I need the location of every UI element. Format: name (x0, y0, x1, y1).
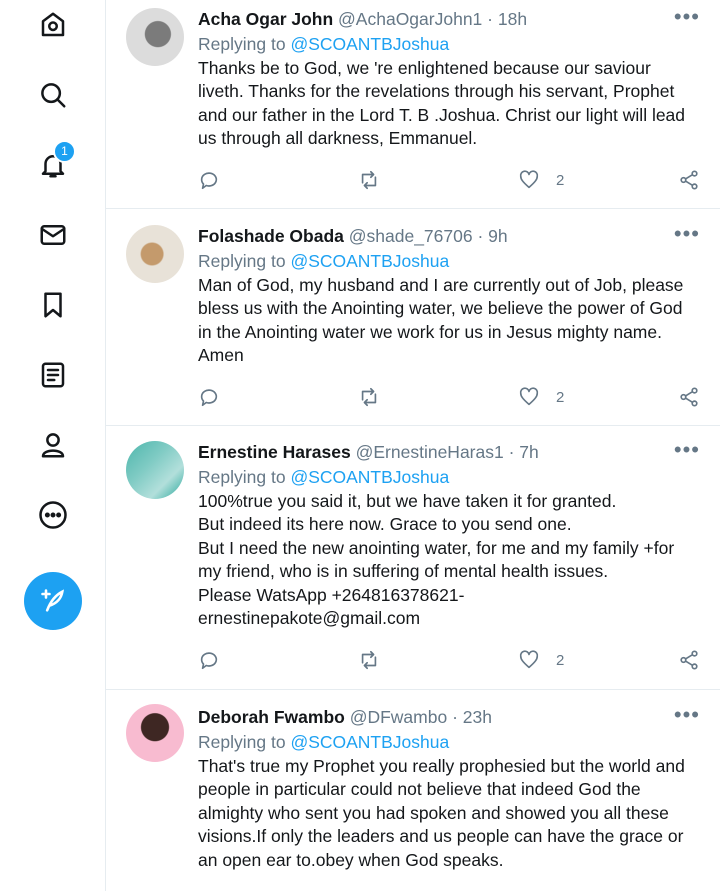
tweet-text-line: 100%true you said it, but we have taken … (198, 491, 617, 511)
separator: · (508, 442, 515, 462)
like-button[interactable]: 2 (518, 649, 564, 671)
tweet-text-line: That's true my Prophet you really prophe… (198, 756, 685, 870)
author-name[interactable]: Ernestine Harases (198, 442, 351, 462)
mention-link[interactable]: @SCOANTBJoshua (290, 251, 449, 271)
avatar[interactable] (126, 225, 184, 283)
retweet-button[interactable] (358, 649, 380, 671)
heart-icon (519, 650, 539, 669)
mention-link[interactable]: @SCOANTBJoshua (290, 467, 449, 487)
reply-icon (200, 172, 218, 190)
retweet-icon (361, 170, 377, 190)
share-button[interactable] (678, 386, 700, 408)
tweet-text-line: Please WatsApp +264816378621- (198, 584, 465, 605)
tweet-actions: 2 (198, 649, 700, 675)
share-button[interactable] (678, 169, 700, 191)
share-icon (680, 170, 698, 190)
like-count: 2 (556, 388, 565, 406)
author-handle[interactable]: @AchaOgarJohn1 (338, 9, 482, 29)
timestamp[interactable]: 23h (463, 707, 492, 727)
avatar[interactable] (126, 704, 184, 762)
author-name[interactable]: Deborah Fwambo (198, 707, 345, 727)
replying-to: Replying to @SCOANTBJoshua (198, 731, 700, 753)
reply-icon (200, 652, 218, 670)
tweet-text: That's true my Prophet you really prophe… (198, 755, 700, 872)
compose-tweet-button[interactable] (24, 572, 82, 630)
more-options-icon[interactable]: ••• (674, 223, 700, 245)
author-name[interactable]: Folashade Obada (198, 226, 344, 246)
share-button[interactable] (678, 649, 700, 671)
tweet[interactable]: Folashade Obada @shade_76706 · 9h ••• Re… (106, 209, 720, 426)
replying-label: Replying to (198, 251, 286, 271)
author-handle[interactable]: @ErnestineHaras1 (356, 442, 504, 462)
tweet-text: 100%true you said it, but we have taken … (198, 490, 700, 630)
replying-to: Replying to @SCOANTBJoshua (198, 33, 700, 55)
like-count: 2 (556, 651, 565, 669)
retweet-button[interactable] (358, 386, 380, 408)
lists-icon[interactable] (36, 358, 70, 392)
avatar[interactable] (126, 8, 184, 66)
mention-link[interactable]: @SCOANTBJoshua (290, 34, 449, 54)
bookmarks-icon[interactable] (36, 288, 70, 322)
tweet-text: Man of God, my husband and I are current… (198, 274, 700, 368)
timestamp[interactable]: 7h (519, 442, 538, 462)
tweet-actions: 2 (198, 169, 700, 195)
replying-label: Replying to (198, 467, 286, 487)
replying-label: Replying to (198, 34, 286, 54)
like-count: 2 (556, 171, 565, 189)
author-name[interactable]: Acha Ogar John (198, 9, 333, 29)
profile-icon[interactable] (36, 428, 70, 462)
timestamp[interactable]: 18h (498, 9, 527, 29)
tweet-text-line: Man of God, my husband and I are current… (198, 275, 684, 366)
like-button[interactable]: 2 (518, 169, 564, 191)
share-icon (680, 650, 698, 670)
retweet-icon (361, 387, 377, 407)
sidebar-nav: 1 (0, 0, 106, 891)
tweet-text: Thanks be to God, we 're enlightened bec… (198, 57, 700, 151)
timestamp[interactable]: 9h (488, 226, 507, 246)
heart-icon (519, 170, 539, 189)
replying-label: Replying to (198, 732, 286, 752)
replying-to: Replying to @SCOANTBJoshua (198, 250, 700, 272)
reply-button[interactable] (198, 386, 220, 408)
reply-button[interactable] (198, 169, 220, 191)
home-icon[interactable] (36, 8, 70, 42)
tweet[interactable]: Ernestine Harases @ErnestineHaras1 · 7h … (106, 426, 720, 690)
search-icon[interactable] (36, 78, 70, 112)
separator: · (452, 707, 458, 727)
messages-icon[interactable] (36, 218, 70, 252)
tweet-text-line: But I need the new anointing water, for … (198, 537, 675, 582)
more-options-icon[interactable]: ••• (674, 6, 700, 28)
feather-plus-icon (41, 589, 65, 612)
tweet-text-line: ernestinepakote@gmail.com (198, 608, 421, 629)
more-options-icon[interactable]: ••• (674, 439, 700, 461)
separator: · (477, 226, 484, 246)
replying-to: Replying to @SCOANTBJoshua (198, 466, 700, 488)
share-icon (680, 387, 698, 407)
notification-badge: 1 (53, 140, 76, 163)
tweet-actions: 2 (198, 386, 700, 412)
mention-link[interactable]: @SCOANTBJoshua (290, 732, 449, 752)
tweet-text-line: Thanks be to God, we 're enlightened bec… (198, 58, 686, 149)
more-options-icon[interactable]: ••• (674, 704, 700, 726)
like-button[interactable]: 2 (518, 386, 564, 408)
tweet-text-line: But indeed its here now. Grace to you se… (198, 514, 572, 535)
more-icon[interactable] (36, 498, 70, 532)
retweet-icon (361, 650, 377, 670)
reply-button[interactable] (198, 649, 220, 671)
tweet[interactable]: Deborah Fwambo @DFwambo · 23h ••• Replyi… (106, 690, 720, 891)
separator: · (487, 9, 493, 29)
tweet[interactable]: Acha Ogar John @AchaOgarJohn1 · 18h ••• … (106, 0, 720, 209)
avatar[interactable] (126, 441, 184, 499)
heart-icon (519, 387, 539, 406)
author-handle[interactable]: @DFwambo (350, 707, 448, 727)
notifications-icon[interactable]: 1 (36, 140, 76, 182)
retweet-button[interactable] (358, 169, 380, 191)
author-handle[interactable]: @shade_76706 (349, 226, 473, 246)
reply-icon (200, 389, 218, 407)
